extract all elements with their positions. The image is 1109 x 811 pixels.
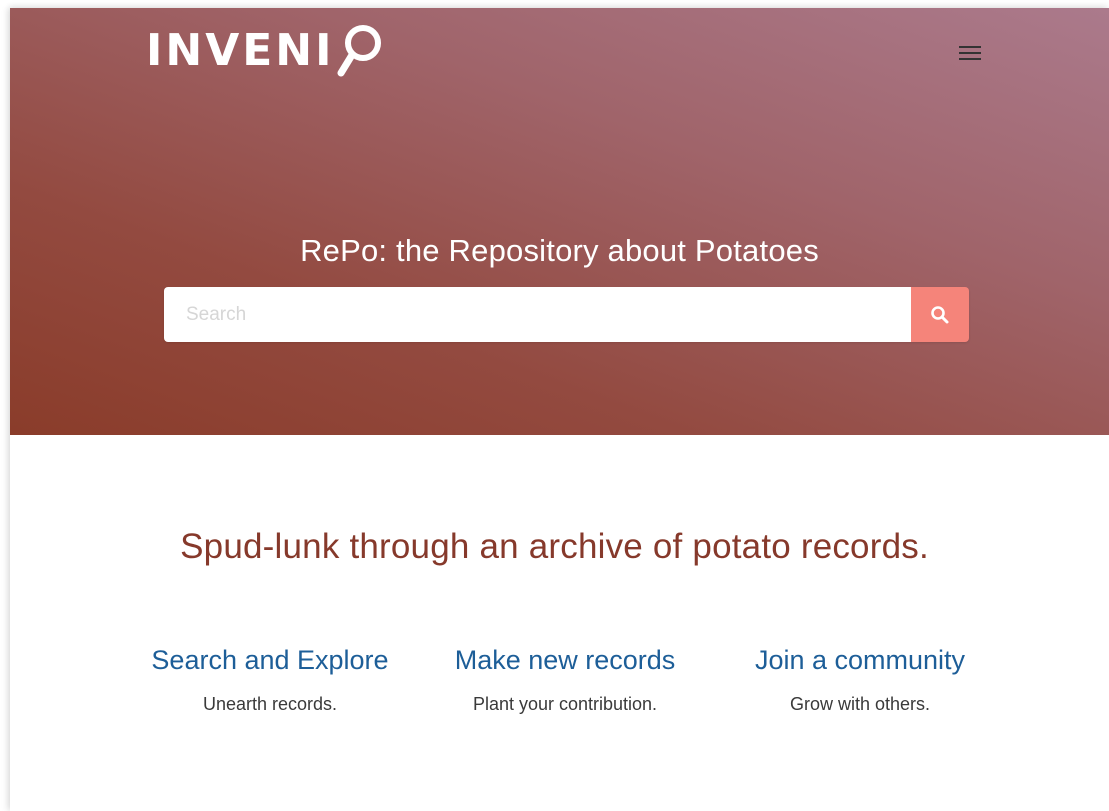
search-input[interactable] [164,287,911,342]
page: INVENI RePo: the Repository about Potato… [0,0,1109,811]
hamburger-icon [959,46,981,60]
hero-banner: INVENI RePo: the Repository about Potato… [10,8,1109,435]
hero-title: RePo: the Repository about Potatoes [300,232,819,268]
feature-description: Plant your contribution. [472,694,658,714]
site-logo[interactable]: INVENI [146,20,385,82]
tagline: Spud-lunk through an archive of potato r… [180,527,929,566]
feature-link-join-community[interactable]: Join a community [720,645,1000,676]
search-bar [164,287,969,342]
feature-join-community: Join a community Grow with others. [720,645,1000,715]
menu-button[interactable] [956,40,984,66]
feature-make-records: Make new records Plant your contribution… [425,645,705,715]
feature-search-explore: Search and Explore Unearth records. [130,645,410,715]
feature-link-search-explore[interactable]: Search and Explore [130,645,410,676]
logo-text: INVENI [146,25,335,76]
feature-description: Grow with others. [789,694,931,714]
magnifier-logo-icon [337,21,385,81]
features-row: Search and Explore Unearth records. Make… [130,645,1000,715]
feature-link-make-records[interactable]: Make new records [425,645,705,676]
search-icon [931,305,949,323]
feature-description: Unearth records. [202,694,338,714]
search-button[interactable] [911,287,969,342]
